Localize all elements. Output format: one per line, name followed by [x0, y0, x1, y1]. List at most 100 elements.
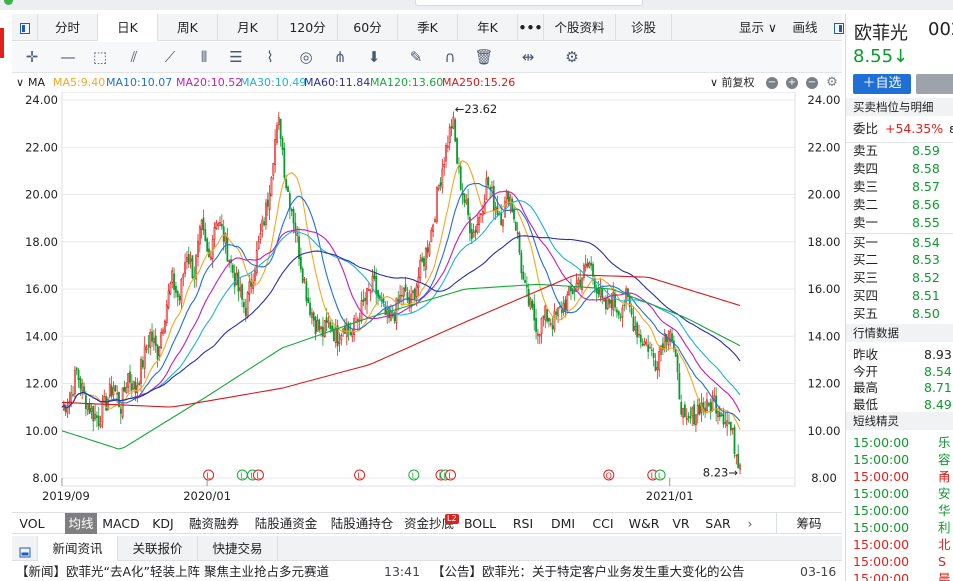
more-indicators-icon[interactable]: ›: [740, 513, 760, 534]
announcement-item-title[interactable]: 【公告】欧菲光：关于特定客户业务发生重大变化的公告: [432, 562, 745, 581]
ma-collapse-icon[interactable]: ∨: [16, 74, 24, 92]
cycle-icon[interactable]: ◎: [294, 46, 318, 68]
tab-margin-trading[interactable]: 融资融券: [186, 513, 242, 534]
tab-boll[interactable]: BOLL: [460, 513, 500, 534]
candle-body: [215, 222, 218, 229]
candle-body: [222, 226, 225, 242]
tab-quick-trade[interactable]: 快捷交易: [198, 536, 278, 561]
tab-stock-diagnosis[interactable]: 诊股: [616, 14, 672, 41]
candle-body: [75, 367, 78, 371]
tab-cci[interactable]: CCI: [588, 513, 618, 534]
search-input[interactable]: [415, 0, 643, 6]
chart-settings-icon[interactable]: ⚙: [826, 76, 838, 89]
bid-price: 8.53: [912, 252, 940, 267]
elf-row[interactable]: 15:00:00 华: [853, 502, 953, 520]
candle-body: [619, 316, 622, 319]
zoom-in-icon[interactable]: +: [786, 77, 798, 89]
bid-label: 买四: [853, 288, 879, 303]
candle-body: [658, 351, 661, 371]
chips-button[interactable]: 筹码: [788, 513, 830, 534]
collapse-icon[interactable]: −: [806, 77, 818, 89]
tab-quarterly-k[interactable]: 季K: [398, 14, 458, 41]
tab-vr[interactable]: VR: [668, 513, 694, 534]
tab-kdj[interactable]: KDJ: [146, 513, 180, 534]
arrow-down-icon[interactable]: ⬇: [362, 46, 386, 68]
width-icon[interactable]: ⇹: [516, 46, 540, 68]
candle-body: [564, 299, 567, 311]
tab-news[interactable]: 新闻资讯: [38, 536, 118, 561]
elf-row[interactable]: 15:00:00 甬: [853, 468, 953, 486]
tab-ma[interactable]: 均线: [65, 513, 97, 534]
candle-body: [292, 209, 295, 224]
crosshair-icon[interactable]: ✛: [20, 46, 44, 68]
l2-badge: L2: [445, 514, 459, 524]
ask-row: 卖三 8.57: [853, 178, 953, 196]
elf-row[interactable]: 15:00:00 乐: [853, 434, 953, 452]
tab-company-profile[interactable]: 个股资料: [544, 14, 616, 41]
tab-intraday[interactable]: 分时: [38, 14, 98, 41]
candle-body: [228, 260, 231, 262]
panel-toggle-button[interactable]: [12, 14, 38, 41]
parallel-lines-icon[interactable]: ⦀: [192, 46, 216, 68]
trash-icon[interactable]: 🗑: [472, 46, 496, 68]
tab-sar[interactable]: SAR: [702, 513, 734, 534]
candle-body: [108, 383, 111, 397]
channel-icon[interactable]: ☰: [224, 46, 248, 68]
tab-yearly-k[interactable]: 年K: [458, 14, 518, 41]
tab-northbound-funds[interactable]: 陆股通资金: [252, 513, 320, 534]
add-watchlist-button[interactable]: ＋自选: [853, 74, 911, 94]
pitchfork-icon[interactable]: ⋔: [328, 46, 352, 68]
settings-icon[interactable]: ⚙: [560, 46, 584, 68]
secondary-button[interactable]: [916, 74, 953, 94]
candle-body: [450, 126, 453, 129]
elf-row[interactable]: 15:00:00 利: [853, 519, 953, 537]
magnet-icon[interactable]: ∩: [438, 46, 462, 68]
tab-rsi[interactable]: RSI: [508, 513, 538, 534]
candle-body: [211, 239, 214, 259]
y-tick-label-right: 22.00: [808, 140, 841, 154]
tab-120min[interactable]: 120分: [278, 14, 338, 41]
adjust-dropdown[interactable]: ∨ 前复权: [710, 74, 755, 92]
elf-row[interactable]: 15:00:00 容: [853, 451, 953, 469]
candle-body: [654, 360, 657, 371]
wave-icon[interactable]: ⌇: [258, 46, 282, 68]
candle-body: [549, 323, 552, 325]
candle-body: [513, 208, 515, 220]
candle-body: [197, 240, 199, 257]
candle-body: [320, 326, 322, 330]
tab-monthly-k[interactable]: 月K: [218, 14, 278, 41]
tab-daily-k[interactable]: 日K: [98, 14, 158, 41]
elf-row[interactable]: 15:00:00 安: [853, 485, 953, 503]
tab-60min[interactable]: 60分: [338, 14, 398, 41]
tab-weekly-k[interactable]: 周K: [158, 14, 218, 41]
market-data-row: 今开 8.54: [853, 363, 953, 381]
tab-macd[interactable]: MACD: [100, 513, 142, 534]
tab-vol[interactable]: VOL: [12, 513, 52, 534]
tab-related-quotes[interactable]: 关联报价: [118, 536, 198, 561]
kline-chart[interactable]: 24.00 24.00 22.00 22.00 20.00 20.00 18.00 18.00…: [12, 92, 842, 512]
candle-body: [191, 255, 194, 279]
elf-row[interactable]: 15:00:00 北: [853, 536, 953, 554]
candle-body: [682, 407, 684, 418]
news-item-title[interactable]: 【新闻】欧菲光“去A化”轻装上阵 聚焦主业抢占多元赛道: [16, 562, 329, 581]
trend-line-icon[interactable]: ⟋: [158, 46, 182, 68]
candle-body: [259, 233, 262, 240]
horizontal-line-icon[interactable]: —: [56, 46, 80, 68]
elf-row[interactable]: 15:00:00 晨: [853, 570, 953, 581]
crop-icon[interactable]: ⬚: [88, 46, 112, 68]
candle-body: [647, 344, 650, 352]
more-periods-button[interactable]: •••: [518, 14, 544, 41]
elf-row[interactable]: 15:00:00 S: [853, 553, 953, 571]
eraser-icon[interactable]: ✎: [404, 46, 428, 68]
draw-line-button[interactable]: 画线: [784, 14, 826, 41]
window-dot-icon[interactable]: [4, 0, 13, 5]
tab-dmi[interactable]: DMI: [546, 513, 580, 534]
candle-body: [125, 386, 128, 394]
tab-wr[interactable]: W&R: [626, 513, 662, 534]
news-panel-toggle[interactable]: [12, 536, 38, 561]
display-dropdown[interactable]: 显示 ∨: [732, 14, 784, 41]
fan-lines-icon[interactable]: ⫽: [122, 46, 146, 68]
tab-northbound-holding[interactable]: 陆股通持仓: [328, 513, 396, 534]
zoom-out-icon[interactable]: −: [766, 77, 778, 89]
candle-body: [698, 402, 701, 415]
